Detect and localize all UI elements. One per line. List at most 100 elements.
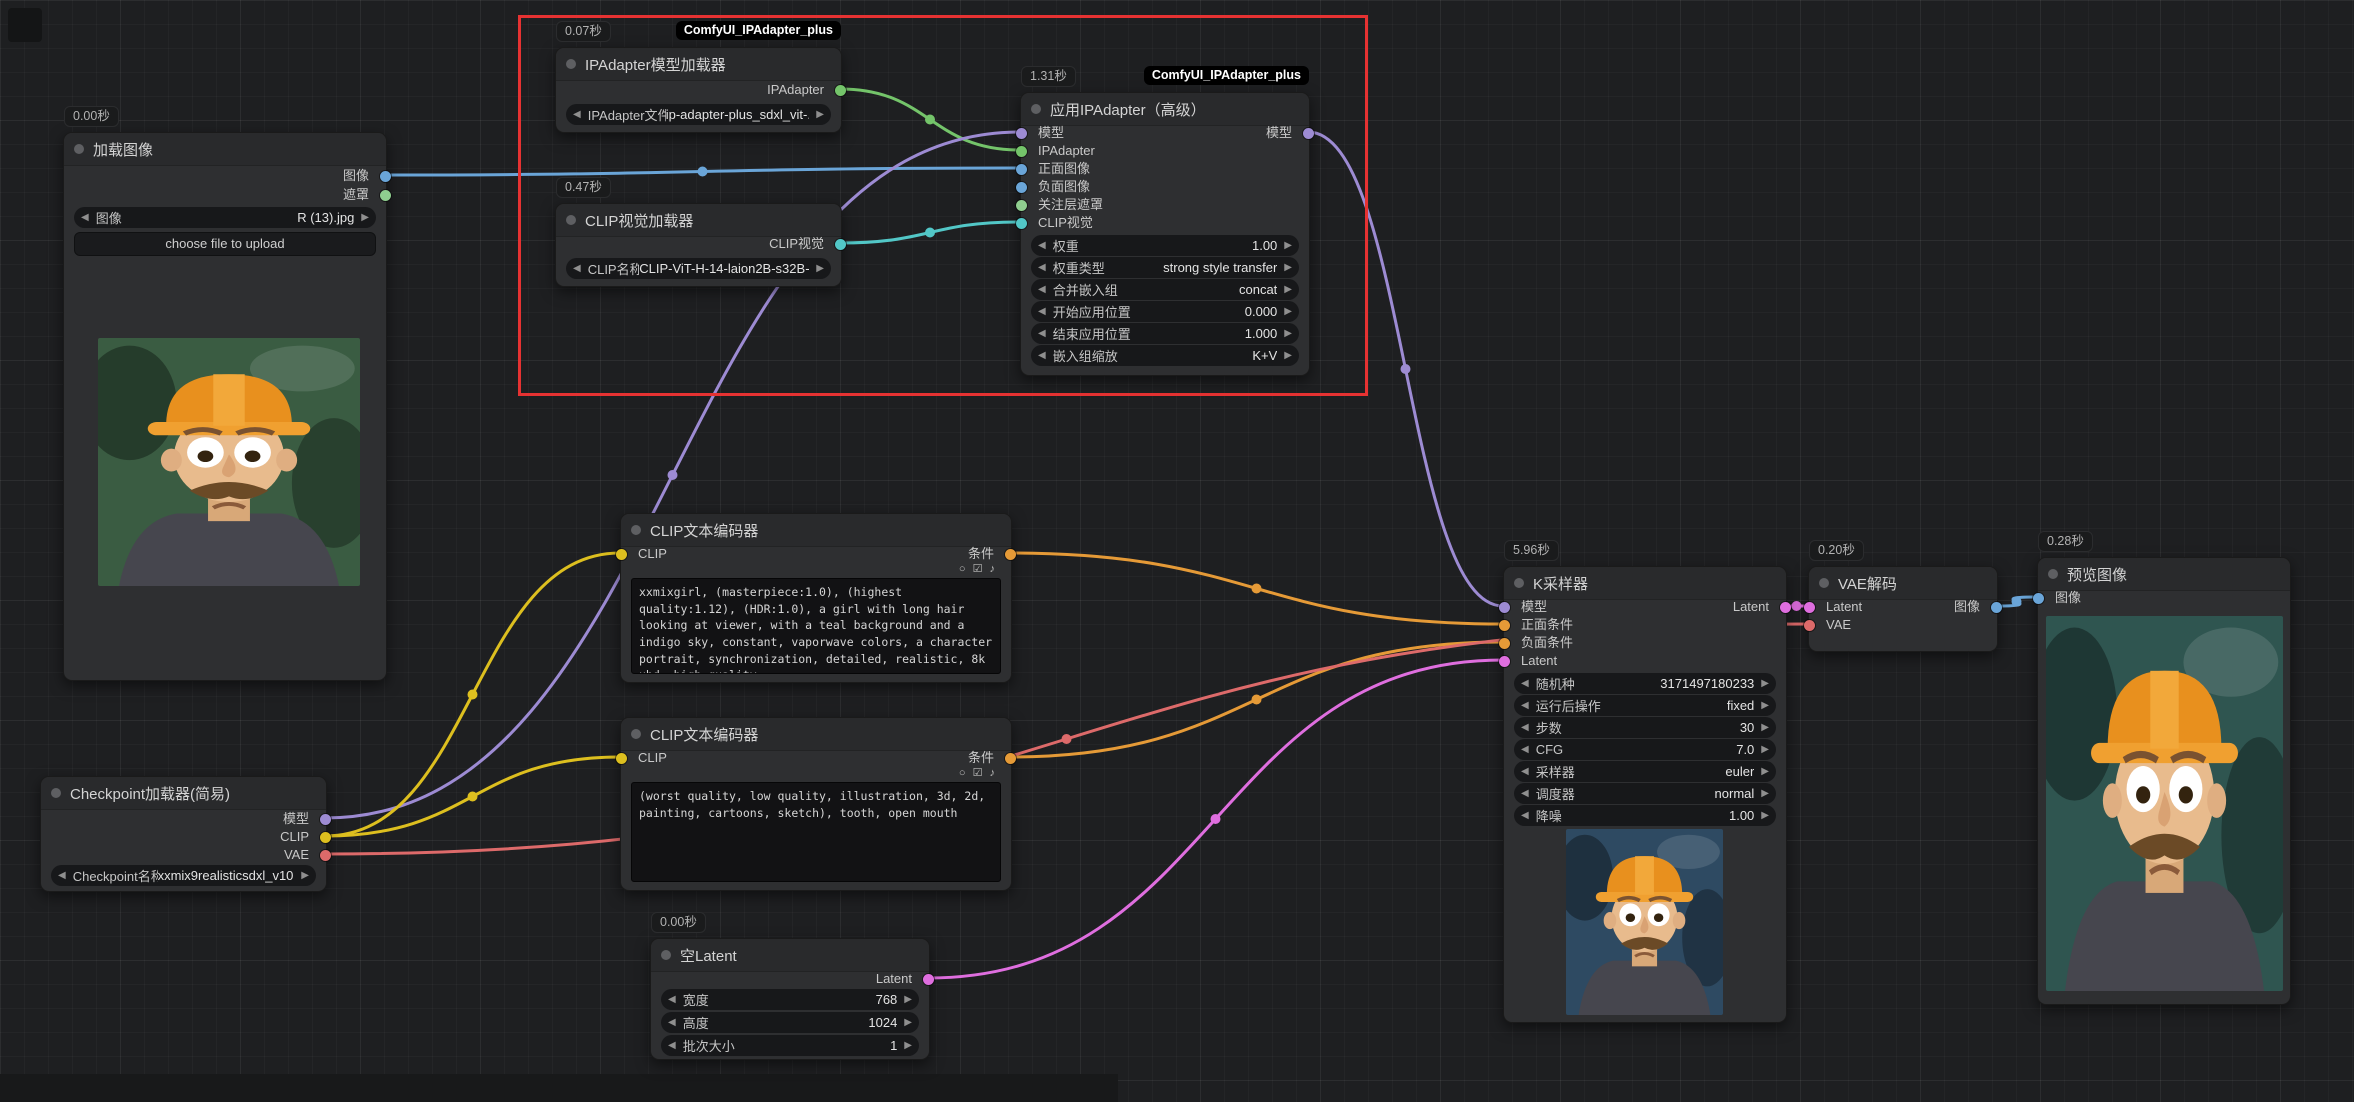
next-arrow-icon[interactable]: ▶ bbox=[1761, 766, 1769, 777]
prev-arrow-icon[interactable]: ◀ bbox=[1521, 700, 1529, 711]
port-clip-input[interactable] bbox=[616, 753, 627, 764]
node-preview-image[interactable]: 0.28秒 预览图像 图像 bbox=[2037, 557, 2291, 1005]
next-arrow-icon[interactable]: ▶ bbox=[1761, 788, 1769, 799]
prev-arrow-icon[interactable]: ◀ bbox=[1521, 678, 1529, 689]
prev-arrow-icon[interactable]: ◀ bbox=[1521, 810, 1529, 821]
port-ipadapter-input[interactable] bbox=[1016, 146, 1027, 157]
node-title[interactable]: 空Latent bbox=[651, 939, 929, 972]
widget-scheduler[interactable]: ◀调度器normal▶ bbox=[1514, 783, 1776, 804]
prev-arrow-icon[interactable]: ◀ bbox=[1038, 240, 1046, 251]
node-title[interactable]: 加载图像 bbox=[64, 133, 386, 166]
textarea-option-icons[interactable]: ○ ☑ ♪ bbox=[959, 766, 997, 779]
next-arrow-icon[interactable]: ▶ bbox=[1284, 284, 1292, 295]
widget-image-file[interactable]: ◀ 图像 R (13).jpg ▶ bbox=[74, 207, 376, 228]
prev-arrow-icon[interactable]: ◀ bbox=[1521, 788, 1529, 799]
widget-embeds-scaling[interactable]: ◀嵌入组缩放K+V▶ bbox=[1031, 345, 1299, 366]
collapse-dot-icon[interactable] bbox=[74, 144, 84, 154]
next-arrow-icon[interactable]: ▶ bbox=[361, 212, 369, 223]
next-arrow-icon[interactable]: ▶ bbox=[1284, 328, 1292, 339]
widget-batch-size[interactable]: ◀批次大小1▶ bbox=[661, 1035, 919, 1056]
node-title[interactable]: IPAdapter模型加载器 bbox=[556, 48, 841, 81]
port-vae-output[interactable] bbox=[320, 850, 331, 861]
next-arrow-icon[interactable]: ▶ bbox=[1761, 744, 1769, 755]
port-positive-input[interactable] bbox=[1499, 620, 1510, 631]
prev-arrow-icon[interactable]: ◀ bbox=[668, 994, 676, 1005]
prev-arrow-icon[interactable]: ◀ bbox=[1038, 306, 1046, 317]
collapse-dot-icon[interactable] bbox=[631, 525, 641, 535]
next-arrow-icon[interactable]: ▶ bbox=[301, 870, 309, 881]
port-model-output[interactable] bbox=[1303, 128, 1314, 139]
collapse-dot-icon[interactable] bbox=[1819, 578, 1829, 588]
collapse-dot-icon[interactable] bbox=[631, 729, 641, 739]
port-latent-output[interactable] bbox=[1780, 602, 1791, 613]
port-image-output[interactable] bbox=[380, 171, 391, 182]
next-arrow-icon[interactable]: ▶ bbox=[1284, 262, 1292, 273]
next-arrow-icon[interactable]: ▶ bbox=[1284, 306, 1292, 317]
prev-arrow-icon[interactable]: ◀ bbox=[668, 1040, 676, 1051]
collapse-dot-icon[interactable] bbox=[566, 59, 576, 69]
port-clipvision-output[interactable] bbox=[835, 239, 846, 250]
node-clip-text-negative[interactable]: CLIP文本编码器 CLIP 条件 ○ ☑ ♪ (worst quality, … bbox=[620, 717, 1012, 891]
node-checkpoint-loader[interactable]: Checkpoint加载器(简易) 模型 CLIP VAE ◀ Checkpoi… bbox=[40, 776, 327, 892]
node-clip-vision-loader[interactable]: 0.47秒 CLIP视觉加载器 CLIP视觉 ◀ CLIP名称 CLIP-ViT… bbox=[555, 203, 842, 287]
next-arrow-icon[interactable]: ▶ bbox=[1284, 240, 1292, 251]
collapse-dot-icon[interactable] bbox=[2048, 569, 2058, 579]
node-title[interactable]: CLIP文本编码器 bbox=[621, 718, 1011, 751]
upload-button[interactable]: choose file to upload bbox=[74, 232, 376, 256]
widget-checkpoint-name[interactable]: ◀ Checkpoint名称 xxmix9realisticsdxl_v10..… bbox=[51, 865, 316, 886]
widget-width[interactable]: ◀宽度768▶ bbox=[661, 989, 919, 1010]
node-ipadapter-loader[interactable]: 0.07秒 ComfyUI_IPAdapter_plus IPAdapter模型… bbox=[555, 47, 842, 133]
node-title[interactable]: 应用IPAdapter（高级） bbox=[1021, 93, 1309, 126]
port-model-input[interactable] bbox=[1499, 602, 1510, 613]
collapse-dot-icon[interactable] bbox=[661, 950, 671, 960]
port-vae-input[interactable] bbox=[1804, 620, 1815, 631]
node-title[interactable]: 预览图像 bbox=[2038, 558, 2290, 591]
widget-denoise[interactable]: ◀降噪1.00▶ bbox=[1514, 805, 1776, 826]
widget-start-at[interactable]: ◀开始应用位置0.000▶ bbox=[1031, 301, 1299, 322]
port-image-output[interactable] bbox=[1991, 602, 2002, 613]
prev-arrow-icon[interactable]: ◀ bbox=[1038, 284, 1046, 295]
prev-arrow-icon[interactable]: ◀ bbox=[1521, 766, 1529, 777]
port-clip-input[interactable] bbox=[616, 549, 627, 560]
node-title[interactable]: CLIP视觉加载器 bbox=[556, 204, 841, 237]
prev-arrow-icon[interactable]: ◀ bbox=[1038, 262, 1046, 273]
prev-arrow-icon[interactable]: ◀ bbox=[81, 212, 89, 223]
port-latent-input[interactable] bbox=[1499, 656, 1510, 667]
next-arrow-icon[interactable]: ▶ bbox=[1761, 722, 1769, 733]
widget-cfg[interactable]: ◀CFG7.0▶ bbox=[1514, 739, 1776, 760]
port-conditioning-output[interactable] bbox=[1005, 753, 1016, 764]
port-mask-input[interactable] bbox=[1016, 200, 1027, 211]
next-arrow-icon[interactable]: ▶ bbox=[1761, 678, 1769, 689]
port-latent-input[interactable] bbox=[1804, 602, 1815, 613]
widget-seed[interactable]: ◀随机种3171497180233▶ bbox=[1514, 673, 1776, 694]
collapse-dot-icon[interactable] bbox=[1031, 104, 1041, 114]
node-title[interactable]: VAE解码 bbox=[1809, 567, 1997, 600]
prev-arrow-icon[interactable]: ◀ bbox=[1038, 350, 1046, 361]
prev-arrow-icon[interactable]: ◀ bbox=[573, 109, 581, 120]
widget-after-generate[interactable]: ◀运行后操作fixed▶ bbox=[1514, 695, 1776, 716]
widget-ipadapter-file[interactable]: ◀ IPAdapter文件 ip-adapter-plus_sdxl_vit-.… bbox=[566, 104, 831, 125]
next-arrow-icon[interactable]: ▶ bbox=[1761, 700, 1769, 711]
next-arrow-icon[interactable]: ▶ bbox=[816, 263, 824, 274]
collapse-dot-icon[interactable] bbox=[1514, 578, 1524, 588]
port-negative-image-input[interactable] bbox=[1016, 182, 1027, 193]
widget-clip-name[interactable]: ◀ CLIP名称 CLIP-ViT-H-14-laion2B-s32B-... … bbox=[566, 258, 831, 279]
node-title[interactable]: K采样器 bbox=[1504, 567, 1786, 600]
port-positive-image-input[interactable] bbox=[1016, 164, 1027, 175]
node-title[interactable]: CLIP文本编码器 bbox=[621, 514, 1011, 547]
prev-arrow-icon[interactable]: ◀ bbox=[1521, 744, 1529, 755]
negative-prompt-textarea[interactable]: (worst quality, low quality, illustratio… bbox=[631, 782, 1001, 882]
widget-weight-type[interactable]: ◀权重类型strong style transfer▶ bbox=[1031, 257, 1299, 278]
next-arrow-icon[interactable]: ▶ bbox=[1761, 810, 1769, 821]
prev-arrow-icon[interactable]: ◀ bbox=[1521, 722, 1529, 733]
node-load-image[interactable]: 0.00秒 加载图像 图像 遮罩 ◀ 图像 R (13).jpg ▶ choos… bbox=[63, 132, 387, 681]
next-arrow-icon[interactable]: ▶ bbox=[1284, 350, 1292, 361]
widget-sampler[interactable]: ◀采样器euler▶ bbox=[1514, 761, 1776, 782]
prev-arrow-icon[interactable]: ◀ bbox=[1038, 328, 1046, 339]
port-model-output[interactable] bbox=[320, 814, 331, 825]
node-clip-text-positive[interactable]: CLIP文本编码器 CLIP 条件 ○ ☑ ♪ xxmixgirl, (mast… bbox=[620, 513, 1012, 683]
widget-end-at[interactable]: ◀结束应用位置1.000▶ bbox=[1031, 323, 1299, 344]
next-arrow-icon[interactable]: ▶ bbox=[904, 994, 912, 1005]
widget-height[interactable]: ◀高度1024▶ bbox=[661, 1012, 919, 1033]
widget-combine-embeds[interactable]: ◀合并嵌入组concat▶ bbox=[1031, 279, 1299, 300]
